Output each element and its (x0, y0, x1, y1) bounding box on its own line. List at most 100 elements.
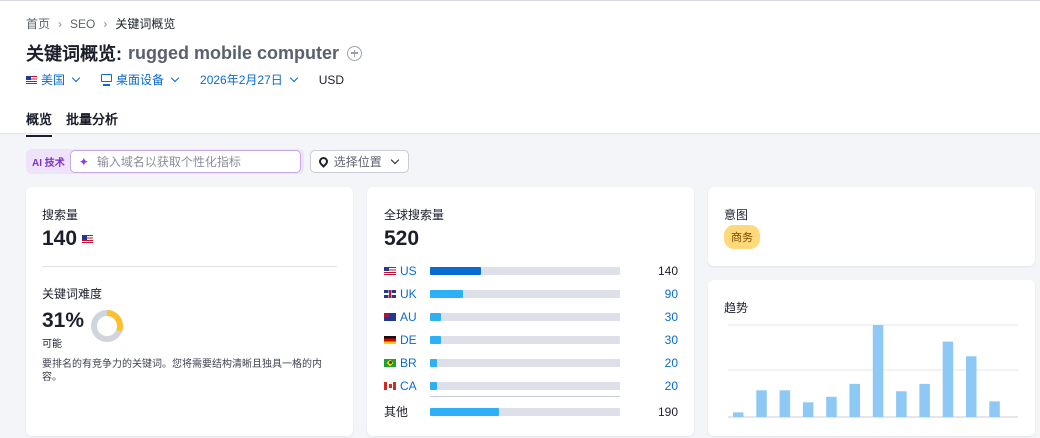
trend-bar[interactable] (919, 383, 930, 417)
date-selector[interactable]: 2026年2月27日 (200, 71, 298, 88)
trend-bar[interactable] (942, 341, 954, 417)
trend-bar[interactable] (733, 412, 744, 417)
divider (42, 266, 337, 267)
country-row-us[interactable]: US 140 (384, 259, 678, 282)
global-volume-label: 全球搜索量 (384, 208, 445, 222)
country-bar-track (430, 407, 620, 416)
global-volume-value: 520 (384, 227, 420, 250)
br-flag-icon (384, 358, 396, 367)
country-selector[interactable]: 美国 (26, 71, 81, 88)
volume-difficulty-card: 搜索量 140 关键词难度 31% 可能 要排名的有竞争力的关键词。您将需要结构… (26, 187, 353, 436)
country-row-uk[interactable]: UK 90 (384, 282, 678, 305)
country-row-other: 其他 190 (384, 400, 678, 423)
domain-input[interactable]: ✦ 输入域名以获取个性化指标 (69, 150, 301, 173)
select-location-label: 选择位置 (333, 155, 382, 169)
chevron-down-icon (390, 155, 400, 165)
breadcrumb: 首页 › SEO › 关键词概览 (26, 15, 175, 32)
trend-bar-chart (728, 324, 1018, 418)
chevron-down-icon (170, 73, 180, 83)
domain-input-placeholder: 输入域名以获取个性化指标 (96, 155, 241, 169)
country-bar-fill (430, 266, 482, 275)
device-selector[interactable]: 桌面设备 (101, 71, 180, 88)
difficulty-level: 可能 (42, 339, 62, 350)
country-value-br: 20 (664, 355, 678, 370)
country-bar-fill (430, 407, 500, 416)
page-title-keyword: rugged mobile computer (128, 42, 340, 63)
country-value-us: 140 (657, 263, 678, 278)
country-code-au: AU (400, 309, 417, 324)
ai-domain-row: AI 技术 ✦ 输入域名以获取个性化指标 选择位置 (26, 149, 409, 174)
volume-value: 140 (42, 227, 78, 250)
breadcrumb-seo[interactable]: SEO (70, 17, 95, 31)
country-bar-track (430, 312, 620, 321)
filter-bar: 美国 桌面设备 2026年2月27日 USD (26, 71, 366, 88)
currency-value: USD (318, 72, 345, 87)
country-bar-track (430, 289, 620, 298)
page-header: 首页 › SEO › 关键词概览 关键词概览: rugged mobile co… (0, 1, 1040, 137)
country-row-ca[interactable]: CA 20 (384, 374, 678, 397)
add-keyword-icon[interactable] (347, 45, 363, 61)
country-row-au[interactable]: AU 30 (384, 305, 678, 328)
country-bar-fill (430, 358, 438, 367)
trend-bar[interactable] (849, 383, 861, 417)
trend-bar[interactable] (872, 325, 884, 417)
country-code-de: DE (400, 332, 417, 347)
trend-bar[interactable] (966, 356, 977, 417)
divider (430, 396, 620, 397)
breadcrumb-home[interactable]: 首页 (26, 15, 50, 32)
monitor-icon (101, 74, 113, 86)
sparkle-icon: ✦ (78, 154, 89, 169)
location-pin-icon (316, 155, 330, 168)
trend-card: 趋势 (708, 280, 1035, 436)
difficulty-value: 31% (42, 309, 85, 332)
select-location-button[interactable]: 选择位置 (309, 150, 409, 173)
country-code-uk: UK (400, 286, 417, 301)
tab-bulk-analysis[interactable]: 批量分析 (66, 109, 118, 137)
country-value-ca: 20 (664, 378, 678, 393)
tab-overview[interactable]: 概览 (26, 109, 53, 137)
country-bar-fill (430, 335, 441, 344)
country-bar-track (430, 266, 620, 275)
ai-domain-box: AI 技术 ✦ 输入域名以获取个性化指标 (26, 149, 304, 174)
difficulty-label: 关键词难度 (42, 287, 103, 301)
intent-label: 意图 (724, 208, 749, 222)
ca-flag-icon (384, 381, 396, 390)
chevron-down-icon (289, 73, 298, 83)
country-code-br: BR (400, 355, 417, 370)
country-bar-fill (430, 312, 441, 321)
country-bar-track (430, 335, 620, 344)
global-volume-card: 全球搜索量 520 US 140 UK 90 AU 30 DE 30 BR 20 CA 20 其他 1… (367, 187, 694, 436)
country-bar-track (430, 381, 620, 390)
trend-bar[interactable] (802, 402, 814, 417)
country-row-de[interactable]: DE 30 (384, 328, 678, 351)
trend-label: 趋势 (724, 301, 749, 315)
country-selector-label: 美国 (41, 73, 66, 87)
country-value-other: 190 (657, 404, 678, 419)
tab-bar: 概览 批量分析 (26, 109, 118, 137)
page-title-prefix: 关键词概览: (26, 44, 122, 64)
country-volume-list: US 140 UK 90 AU 30 DE 30 BR 20 CA 20 (384, 259, 678, 397)
country-bar-fill (430, 381, 438, 390)
au-flag-icon (384, 312, 396, 321)
difficulty-description: 要排名的有竞争力的关键词。您将需要结构清晰且独具一格的内容。 (42, 359, 322, 383)
trend-bar[interactable] (779, 390, 791, 417)
country-value-uk: 90 (664, 286, 678, 301)
intent-card: 意图 商务 (708, 187, 1035, 266)
us-flag-icon (82, 235, 94, 243)
country-code-ca: CA (400, 378, 417, 393)
trend-bar[interactable] (826, 396, 837, 417)
country-bar-track (430, 358, 620, 367)
device-selector-label: 桌面设备 (116, 73, 165, 87)
country-row-br[interactable]: BR 20 (384, 351, 678, 374)
volume-label: 搜索量 (42, 208, 79, 222)
volume-value-row: 140 (42, 227, 94, 251)
trend-bar[interactable] (756, 390, 767, 417)
trend-bar[interactable] (896, 391, 907, 417)
chevron-down-icon (71, 73, 81, 83)
country-value-au: 30 (664, 309, 678, 324)
intent-badge: 商务 (724, 225, 760, 249)
breadcrumb-separator-icon: › (103, 16, 108, 31)
uk-flag-icon (384, 289, 396, 298)
us-flag-icon (384, 266, 396, 275)
trend-bar[interactable] (989, 401, 1000, 417)
